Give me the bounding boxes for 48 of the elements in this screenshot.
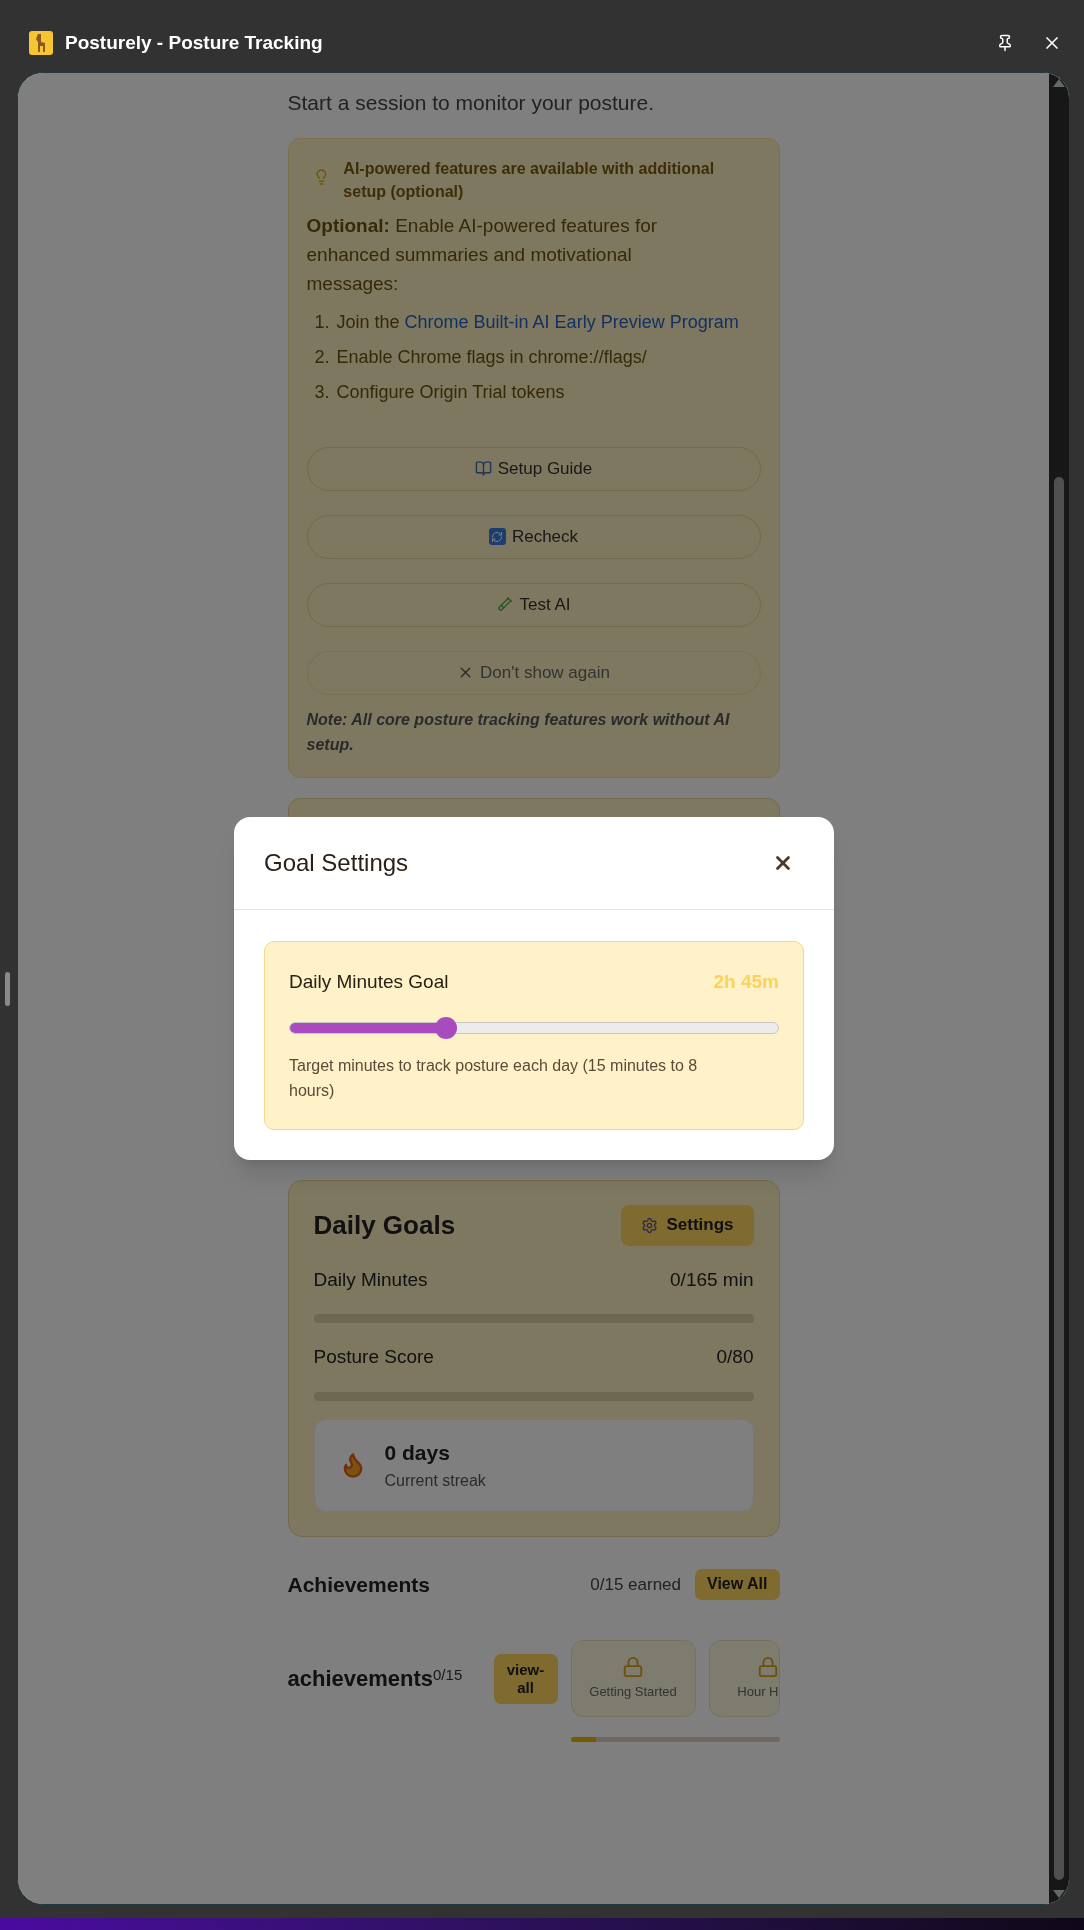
setting-label: Daily Minutes Goal (289, 970, 449, 994)
step-number: 1. (314, 310, 331, 334)
widget-title: achievements (287, 1665, 434, 1693)
note-text: Note: All core posture tracking features work without AI setup. (306, 709, 731, 755)
view-all-button[interactable]: view-all (493, 1653, 558, 1704)
notice-header: AI-powered features are available with additional setup (optional) (343, 158, 716, 202)
step-text: Configure Origin Trial tokens (336, 380, 565, 404)
streak-label: Current streak (384, 1470, 486, 1491)
step-number: 3. (314, 380, 331, 404)
achievement-badge[interactable]: Getting Started (570, 1640, 696, 1717)
goal-value: 0/80 (716, 1345, 754, 1369)
scrollbar-thumb[interactable] (1054, 477, 1064, 1880)
achievement-badge[interactable]: Hour H (708, 1640, 780, 1717)
scroll-down-icon[interactable] (1053, 1890, 1065, 1898)
window-title: Posturely - Posture Tracking (65, 30, 323, 55)
pin-icon[interactable] (996, 34, 1014, 52)
scroll-up-icon[interactable] (1053, 79, 1065, 87)
slider-thumb[interactable] (434, 1016, 457, 1039)
badge-label: Getting Started (589, 1682, 677, 1701)
goal-label: Daily Minutes (313, 1267, 428, 1292)
program-link[interactable]: Chrome Built-in AI Early Preview Program (404, 311, 739, 332)
setting-description: Target minutes to track posture each day (15 minutes to 8 hours) (289, 1055, 699, 1101)
step-text: Enable Chrome flags in chrome://flags/ (336, 345, 647, 369)
goal-label: Posture Score (313, 1345, 434, 1369)
section-title: Achievements (287, 1571, 430, 1598)
giraffe-logo-icon (29, 31, 53, 55)
badge-label: Hour H (737, 1682, 779, 1701)
card-title: Daily Goals (313, 1208, 456, 1242)
view-all-button[interactable]: View All (695, 1568, 780, 1600)
earned-count: 0/15 earned (590, 1573, 682, 1596)
scrollbar[interactable] (1049, 73, 1069, 1904)
resize-handle[interactable] (5, 971, 10, 1006)
dialog-title: Goal Settings (264, 848, 409, 878)
settings-icon (641, 1216, 659, 1234)
lock-icon (756, 1655, 779, 1678)
streak-value: 0 days (384, 1440, 451, 1467)
refresh-icon (488, 528, 506, 545)
step-text: Join the Chrome Built-in AI Early Preview Program (336, 310, 739, 334)
setting-value: 2h 45m (713, 970, 779, 994)
goal-slider[interactable] (289, 1016, 779, 1039)
book-icon (474, 460, 492, 477)
settings-button[interactable]: Settings (621, 1204, 754, 1246)
intro-text: Optional: Enable AI-powered features for enhanced summaries and motivational messages: (306, 213, 659, 296)
goal-value: 0/165 min (670, 1267, 754, 1292)
subtitle: Start a session to monitor your posture. (287, 90, 655, 116)
step-number: 2. (314, 345, 331, 369)
lock-icon (622, 1655, 644, 1678)
widget-count: 0/15 (433, 1665, 463, 1684)
